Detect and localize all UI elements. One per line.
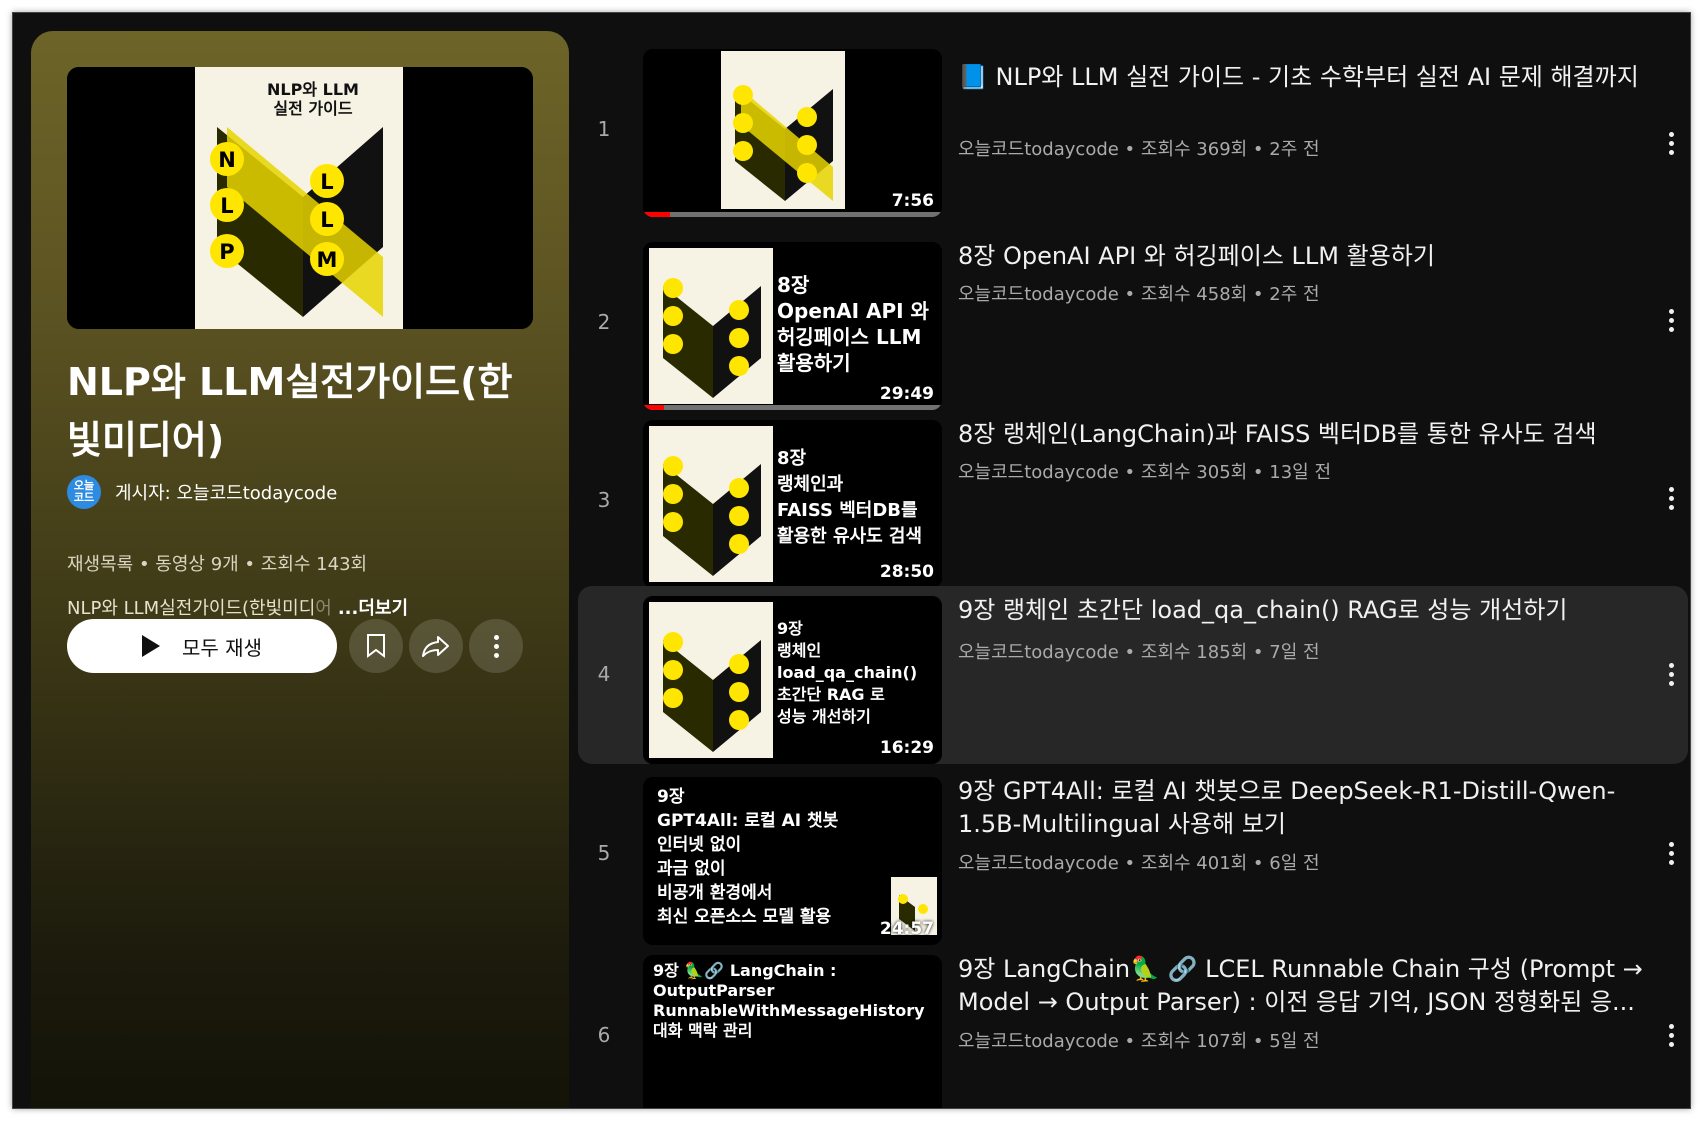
video-index: 1: [597, 117, 611, 141]
playlist-video-list: 1 7:56 📘 NLP와 LLM 실전 가이드 - 기초 수학부터 실전 AI…: [578, 13, 1690, 1108]
watch-progress-fill: [643, 405, 664, 410]
cover-letter: P: [219, 240, 234, 264]
watch-progress-bar: [643, 405, 942, 410]
more-actions-button[interactable]: [469, 619, 523, 673]
playlist-title: NLP와 LLM실전가이드(한빛미디어): [67, 360, 513, 462]
video-title[interactable]: 8장 OpenAI API 와 허깅페이스 LLM 활용하기: [958, 240, 1648, 273]
video-index: 6: [597, 1023, 611, 1047]
list-item[interactable]: 6 9장 🦜🔗 LangChain : OutputParser Runnabl…: [578, 951, 1688, 1108]
list-item[interactable]: 2 8장 OpenAI API 와 허깅페이스 LLM 활용하기 29:49 8…: [578, 238, 1688, 414]
thumbnail-caption: 9장 랭체인 load_qa_chain() 초간단 RAG 로 성능 개선하기: [777, 619, 918, 726]
video-title[interactable]: 9장 랭체인 초간단 load_qa_chain() RAG로 성능 개선하기: [958, 594, 1648, 627]
video-menu-button[interactable]: [1658, 1015, 1684, 1055]
watch-progress-bar: [643, 212, 942, 217]
play-all-button[interactable]: 모두 재생: [67, 619, 337, 673]
video-duration: 7:56: [891, 191, 934, 211]
video-meta: 오늘코드todaycode • 조회수 107회 • 5일 전: [958, 1031, 1320, 1052]
cover-title-line: NLP와 LLM 실전 가이드: [267, 80, 359, 118]
video-duration: 29:49: [879, 384, 934, 404]
play-all-label: 모두 재생: [182, 635, 262, 660]
browser-frame: N L P L L M NLP와 LLM 실전 가이드 NLP와 LLM실전가이드…: [12, 12, 1691, 1109]
video-duration: 24:57: [879, 919, 934, 939]
more-vert-icon: [493, 633, 499, 660]
share-icon: [422, 636, 449, 657]
save-playlist-button[interactable]: [349, 619, 403, 673]
video-meta: 오늘코드todaycode • 조회수 185회 • 7일 전: [958, 642, 1320, 663]
video-menu-button[interactable]: [1658, 478, 1684, 518]
video-title[interactable]: 9장 GPT4All: 로컬 AI 챗봇으로 DeepSeek-R1-Disti…: [958, 775, 1648, 841]
description-text: NLP와 LLM실전가이드(한빛미디: [67, 598, 316, 619]
list-item-active[interactable]: 4 9장 랭체인 load_qa_chain() 초간단 RAG 로 성능 개선…: [578, 586, 1688, 764]
cover-letter: N: [218, 148, 236, 172]
list-item[interactable]: 1 7:56 📘 NLP와 LLM 실전 가이드 - 기초 수학부터 실전 AI…: [578, 45, 1688, 221]
video-meta: 오늘코드todaycode • 조회수 401회 • 6일 전: [958, 853, 1320, 874]
video-menu-button[interactable]: [1658, 123, 1684, 163]
video-duration: 28:50: [879, 562, 934, 582]
video-thumbnail[interactable]: 7:56: [643, 49, 942, 217]
video-thumbnail[interactable]: 9장 GPT4All: 로컬 AI 챗봇 인터넷 없이 과금 없이 비공개 환경…: [643, 777, 942, 945]
thumbnail-caption: 8장 랭체인과 FAISS 벡터DB를 활용한 유사도 검색: [777, 448, 923, 547]
video-index: 5: [597, 841, 611, 865]
description-fade-text: 어: [315, 598, 332, 619]
cover-letter: L: [320, 208, 333, 232]
playlist-owner[interactable]: 오늘 코드 게시자: 오늘코드todaycode: [67, 475, 337, 509]
playlist-cover-image[interactable]: N L P L L M NLP와 LLM 실전 가이드: [67, 67, 533, 329]
book-cover-art: N L P L L M NLP와 LLM 실전 가이드: [67, 67, 533, 329]
thumbnail-caption: 9장 GPT4All: 로컬 AI 챗봇 인터넷 없이 과금 없이 비공개 환경…: [657, 787, 839, 927]
video-meta: 오늘코드todaycode • 조회수 305회 • 13일 전: [958, 462, 1332, 483]
video-title[interactable]: 8장 랭체인(LangChain)과 FAISS 벡터DB를 통한 유사도 검색: [958, 418, 1648, 451]
video-index: 2: [597, 310, 611, 334]
cover-letter: M: [317, 248, 338, 272]
owner-label[interactable]: 게시자: 오늘코드todaycode: [115, 479, 337, 505]
playlist-description[interactable]: NLP와 LLM실전가이드(한빛미디 어 ...더보기: [67, 594, 408, 620]
video-thumbnail[interactable]: 8장 랭체인과 FAISS 벡터DB를 활용한 유사도 검색 28:50: [643, 420, 942, 588]
video-index: 4: [597, 662, 611, 686]
show-more-link[interactable]: ...더보기: [338, 594, 408, 620]
thumbnail-caption: 8장 OpenAI API 와 허깅페이스 LLM 활용하기: [777, 273, 929, 375]
list-item[interactable]: 5 9장 GPT4All: 로컬 AI 챗봇 인터넷 없이 과금 없이 비공개 …: [578, 773, 1688, 949]
cover-letter: L: [320, 170, 333, 194]
video-menu-button[interactable]: [1658, 300, 1684, 340]
video-menu-button[interactable]: [1658, 654, 1684, 694]
avatar[interactable]: 오늘 코드: [67, 475, 101, 509]
video-thumbnail[interactable]: 9장 🦜🔗 LangChain : OutputParser RunnableW…: [643, 955, 942, 1108]
video-meta: 오늘코드todaycode • 조회수 369회 • 2주 전: [958, 139, 1320, 160]
bookmark-icon: [367, 634, 385, 658]
video-index: 3: [597, 488, 611, 512]
cover-letter: L: [220, 194, 233, 218]
video-duration: 16:29: [879, 738, 934, 758]
list-item[interactable]: 3 8장 랭체인과 FAISS 벡터DB를 활용한 유사도 검색 28:50 8…: [578, 416, 1688, 592]
video-menu-button[interactable]: [1658, 833, 1684, 873]
playlist-header-panel: N L P L L M NLP와 LLM 실전 가이드 NLP와 LLM실전가이드…: [31, 31, 569, 1108]
thumbnail-caption: 9장 🦜🔗 LangChain : OutputParser RunnableW…: [653, 961, 925, 1040]
video-meta: 오늘코드todaycode • 조회수 458회 • 2주 전: [958, 284, 1320, 305]
play-icon: [142, 635, 161, 657]
playlist-meta: 재생목록 • 동영상 9개 • 조회수 143회: [67, 554, 368, 575]
watch-progress-fill: [643, 212, 670, 217]
video-thumbnail[interactable]: 9장 랭체인 load_qa_chain() 초간단 RAG 로 성능 개선하기…: [643, 596, 942, 764]
video-title[interactable]: 📘 NLP와 LLM 실전 가이드 - 기초 수학부터 실전 AI 문제 해결까…: [958, 61, 1648, 127]
video-thumbnail[interactable]: 8장 OpenAI API 와 허깅페이스 LLM 활용하기 29:49: [643, 242, 942, 410]
video-title[interactable]: 9장 LangChain🦜 🔗 LCEL Runnable Chain 구성 (…: [958, 953, 1648, 1019]
share-button[interactable]: [409, 619, 463, 673]
